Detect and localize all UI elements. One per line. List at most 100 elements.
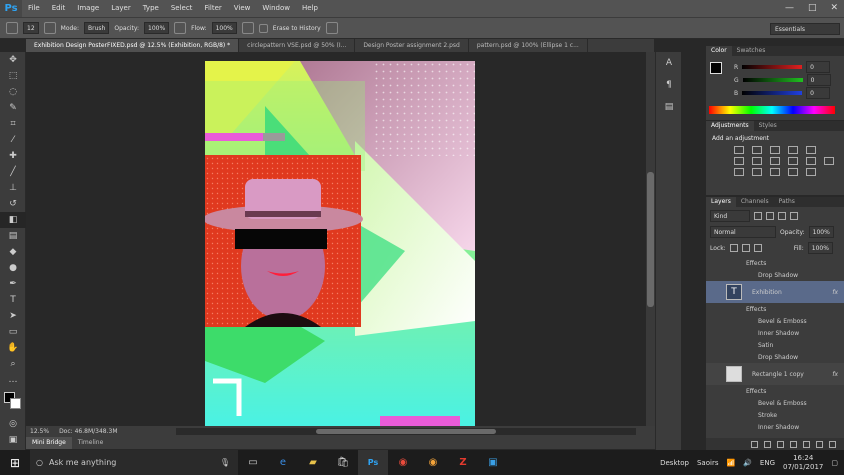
new-group-icon[interactable] — [803, 440, 810, 448]
color-ramp[interactable] — [709, 106, 835, 114]
workspace-select[interactable]: Essentials — [770, 23, 840, 35]
type-tool-icon[interactable]: T — [0, 292, 26, 308]
layer-row[interactable]: Rectangle 1 copy fx — [706, 363, 844, 385]
filter-shape-icon[interactable] — [790, 212, 798, 220]
airbrush-icon[interactable] — [241, 22, 254, 34]
pen-tool-icon[interactable]: ✒ — [0, 276, 26, 292]
exposure-icon[interactable] — [788, 146, 798, 154]
menu-help[interactable]: Help — [296, 0, 324, 17]
menu-layer[interactable]: Layer — [105, 0, 137, 17]
poster-canvas[interactable] — [205, 61, 475, 426]
mode-select[interactable]: Brush — [84, 22, 110, 34]
document-tab[interactable]: pattern.psd @ 100% (Ellipse 1 c... — [469, 39, 588, 52]
lock-all-icon[interactable] — [753, 244, 762, 252]
eyedropper-tool-icon[interactable]: ⁄ — [0, 132, 26, 148]
user-name[interactable]: Saoirs — [697, 459, 719, 467]
opacity-input[interactable]: 100% — [144, 22, 170, 34]
menu-edit[interactable]: Edit — [46, 0, 72, 17]
color-balance-icon[interactable] — [752, 157, 762, 165]
vertical-scrollbar[interactable] — [646, 52, 655, 426]
move-tool-icon[interactable]: ✥ — [0, 52, 26, 68]
tab-adjustments[interactable]: Adjustments — [706, 121, 754, 131]
selective-color-icon[interactable] — [788, 168, 798, 176]
document-tab[interactable]: Design Poster assignment 2.psd — [355, 39, 469, 52]
healing-tool-icon[interactable]: ✚ — [0, 148, 26, 164]
channel-value-input[interactable]: 0 — [806, 61, 831, 73]
fx-badge[interactable]: fx — [832, 371, 838, 378]
cortana-search[interactable]: ○ Ask me anything 🎙 — [30, 450, 238, 475]
filter-adjustment-icon[interactable] — [766, 212, 774, 220]
layer-effect-row[interactable]: Bevel & Emboss — [706, 397, 844, 409]
layer-opacity-input[interactable]: 100% — [808, 226, 834, 238]
layer-effect-row[interactable]: Effects — [706, 257, 844, 269]
horizontal-scrollbar[interactable] — [176, 428, 636, 435]
close-button[interactable]: ✕ — [830, 0, 838, 17]
channel-value-input[interactable]: 0 — [806, 74, 831, 86]
menu-file[interactable]: File — [22, 0, 46, 17]
add-mask-icon[interactable] — [777, 440, 784, 448]
shape-tool-icon[interactable]: ▭ — [0, 324, 26, 340]
eraser-tool-preset-icon[interactable] — [6, 22, 18, 34]
store-icon[interactable]: 🛍 — [328, 450, 358, 475]
tab-color[interactable]: Color — [706, 46, 732, 56]
tab-layers[interactable]: Layers — [706, 197, 736, 207]
hue-saturation-icon[interactable] — [734, 157, 744, 165]
document-tab[interactable]: Exhibition Design PosterFIXED.psd @ 12.5… — [26, 39, 240, 52]
document-workspace[interactable] — [26, 52, 646, 426]
edge-browser-icon[interactable]: e — [268, 450, 298, 475]
layer-thumbnail[interactable] — [726, 366, 742, 382]
brightness-contrast-icon[interactable] — [734, 146, 744, 154]
chrome-second-icon[interactable]: ◉ — [418, 450, 448, 475]
menu-image[interactable]: Image — [71, 0, 105, 17]
layer-effect-row[interactable]: Bevel & Emboss — [706, 315, 844, 327]
photo-filter-icon[interactable] — [788, 157, 798, 165]
layer-effect-row[interactable]: Drop Shadow — [706, 269, 844, 281]
filezilla-icon[interactable]: Z — [448, 450, 478, 475]
maximize-button[interactable]: □ — [808, 0, 817, 17]
task-view-icon[interactable]: ▭ — [238, 450, 268, 475]
bottom-tab[interactable]: Mini Bridge — [26, 437, 72, 449]
minimize-button[interactable]: — — [785, 0, 794, 17]
marquee-tool-icon[interactable]: ⬚ — [0, 68, 26, 84]
document-tab[interactable]: circlepattern VSE.psd @ 50% (I... — [239, 39, 356, 52]
blur-tool-icon[interactable]: ◆ — [0, 244, 26, 260]
history-brush-tool-icon[interactable]: ↺ — [0, 196, 26, 212]
layer-filter-kind[interactable]: Kind — [710, 210, 750, 222]
tab-channels[interactable]: Channels — [736, 197, 774, 207]
lock-pixels-icon[interactable] — [729, 244, 738, 252]
threshold-icon[interactable] — [770, 168, 780, 176]
new-fill-layer-icon[interactable] — [790, 440, 797, 448]
fx-badge[interactable]: fx — [832, 289, 838, 296]
layer-effect-row[interactable]: Stroke — [706, 409, 844, 421]
channel-slider[interactable] — [742, 91, 803, 95]
hand-tool-icon[interactable]: ✋ — [0, 340, 26, 356]
more-tools-icon[interactable]: … — [0, 372, 26, 388]
quick-mask-icon[interactable]: ◎ — [0, 416, 26, 432]
microphone-icon[interactable]: 🎙 — [220, 458, 230, 467]
tab-paths[interactable]: Paths — [774, 197, 800, 207]
channel-mixer-icon[interactable] — [806, 157, 816, 165]
color-foreground[interactable] — [710, 62, 722, 74]
brush-size-picker[interactable]: 12 — [23, 22, 39, 34]
channel-value-input[interactable]: 0 — [806, 87, 831, 99]
color-lookup-icon[interactable] — [824, 157, 834, 165]
vertical-scroll-thumb[interactable] — [647, 172, 654, 307]
file-explorer-icon[interactable]: ▰ — [298, 450, 328, 475]
language-indicator[interactable]: ENG — [760, 459, 775, 467]
screen-mode-icon[interactable]: ▣ — [0, 432, 26, 448]
flow-input[interactable]: 100% — [211, 22, 237, 34]
history-panel-icon[interactable]: ▤ — [656, 96, 682, 118]
dodge-tool-icon[interactable]: ● — [0, 260, 26, 276]
menu-window[interactable]: Window — [256, 0, 296, 17]
gradient-map-icon[interactable] — [806, 168, 816, 176]
desktop-toolbar[interactable]: Desktop — [660, 459, 689, 467]
link-layers-icon[interactable] — [751, 440, 758, 448]
pressure-size-icon[interactable] — [325, 22, 338, 34]
chrome-icon[interactable]: ◉ — [388, 450, 418, 475]
tab-styles[interactable]: Styles — [754, 121, 782, 131]
lasso-tool-icon[interactable]: ◌ — [0, 84, 26, 100]
menu-select[interactable]: Select — [165, 0, 199, 17]
photoshop-taskbar-icon[interactable]: Ps — [358, 450, 388, 475]
erase-history-checkbox[interactable] — [258, 23, 268, 33]
new-layer-icon[interactable] — [816, 440, 823, 448]
